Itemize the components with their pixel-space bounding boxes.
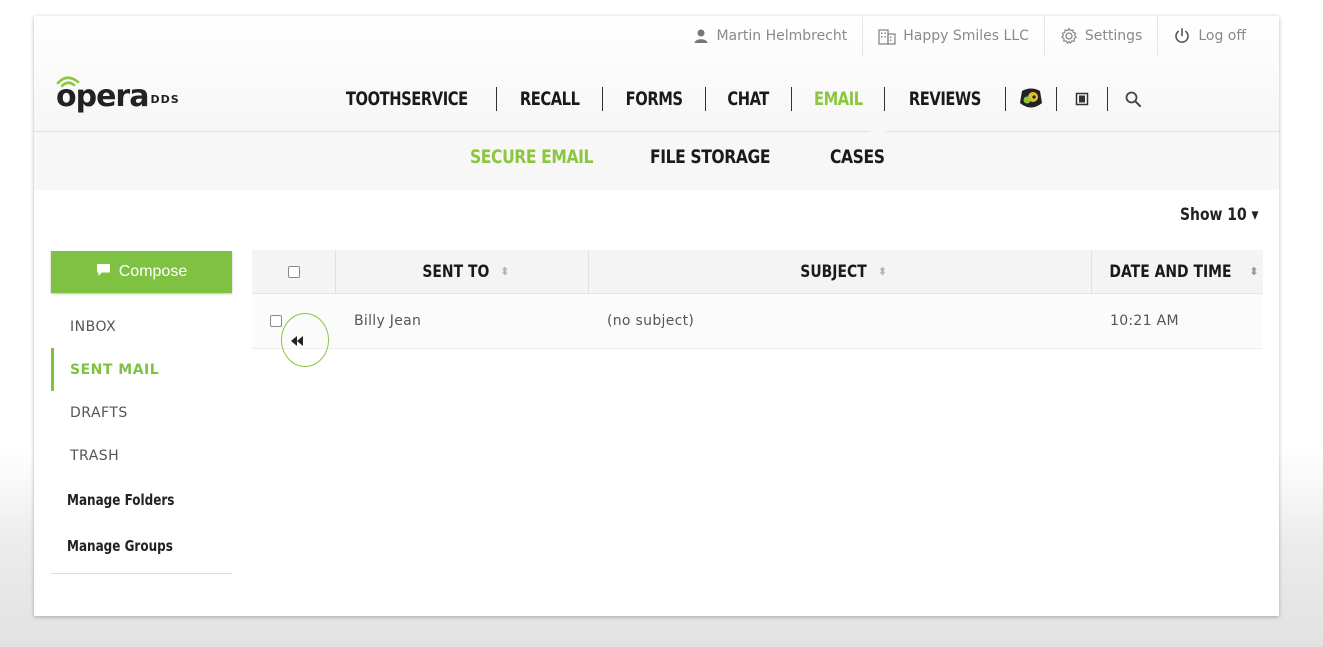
app-window: Martin Helmbrecht Happy Smiles LLC Setti…	[34, 16, 1279, 616]
cell-subject: (no subject)	[607, 313, 695, 329]
sidebar-divider	[51, 573, 232, 574]
table-row[interactable]: Billy Jean (no subject) 10:21 AM	[252, 294, 1263, 349]
company-name: Happy Smiles LLC	[903, 28, 1029, 44]
sort-icon: ⬍	[500, 265, 510, 278]
nav-recall[interactable]: RECALL	[514, 88, 584, 110]
nav-divider	[1004, 87, 1006, 111]
nav-divider	[884, 87, 886, 111]
top-bar: Martin Helmbrecht Happy Smiles LLC Setti…	[34, 16, 1279, 132]
col-sent-to[interactable]: SENT TO ⬍	[336, 250, 589, 293]
power-icon	[1173, 27, 1191, 45]
nav-divider	[705, 87, 707, 111]
nav-forms[interactable]: FORMS	[621, 88, 688, 110]
manage-groups-link[interactable]: Manage Groups	[51, 523, 232, 569]
nav-divider	[1055, 87, 1057, 111]
tab-file-storage[interactable]: FILE STORAGE	[650, 146, 771, 168]
phone-icon[interactable]	[1069, 86, 1095, 112]
sort-icon: ⬍	[1249, 265, 1259, 278]
nav-chat[interactable]: CHAT	[722, 88, 774, 110]
user-icon	[693, 28, 709, 44]
nav-divider	[790, 87, 792, 111]
building-icon	[878, 27, 896, 45]
tab-cases[interactable]: CASES	[830, 146, 937, 168]
email-subnav: SECURE EMAIL FILE STORAGE CASES	[34, 132, 1279, 190]
folder-trash[interactable]: TRASH	[51, 434, 232, 477]
user-name: Martin Helmbrecht	[716, 28, 848, 44]
col-subject-label: SUBJECT	[800, 261, 867, 282]
search-icon[interactable]	[1120, 86, 1146, 112]
logoff-label: Log off	[1198, 28, 1246, 44]
wifi-logo-icon	[56, 76, 80, 88]
sort-icon: ⬍	[877, 265, 888, 278]
main-nav: TOOTHSERVICE RECALL FORMS CHAT EMAIL REV…	[330, 82, 1146, 116]
opera-dds-logo[interactable]: opera DDS	[56, 74, 216, 114]
logo-subtext: DDS	[150, 93, 180, 106]
user-menu[interactable]: Martin Helmbrecht	[678, 16, 862, 56]
gear-icon	[1060, 27, 1078, 45]
table-header: SENT TO ⬍ SUBJECT ⬍ DATE AND TIME ⬍	[252, 250, 1263, 294]
page-size-dropdown[interactable]: Show 10 ▾	[1180, 205, 1259, 225]
col-date-time-label: DATE AND TIME	[1109, 261, 1232, 282]
nav-divider	[1106, 87, 1108, 111]
settings-link[interactable]: Settings	[1043, 16, 1157, 56]
col-sent-to-label: SENT TO	[421, 261, 489, 282]
email-table: SENT TO ⬍ SUBJECT ⬍ DATE AND TIME ⬍ Bill…	[252, 250, 1263, 367]
folder-sent-mail[interactable]: SENT MAIL	[51, 348, 232, 391]
cell-sent-to: Billy Jean	[354, 313, 422, 329]
manage-folders-link[interactable]: Manage Folders	[51, 477, 232, 523]
utility-bar: Martin Helmbrecht Happy Smiles LLC Setti…	[678, 16, 1261, 56]
select-all-checkbox[interactable]	[287, 265, 300, 278]
manage-groups-label: Manage Groups	[67, 537, 173, 555]
compose-label: Compose	[118, 263, 188, 280]
speech-bubble-icon	[96, 263, 111, 282]
company-selector[interactable]: Happy Smiles LLC	[862, 16, 1044, 56]
nav-reviews[interactable]: REVIEWS	[904, 88, 986, 110]
col-date-time[interactable]: DATE AND TIME ⬍	[1092, 250, 1263, 293]
col-subject[interactable]: SUBJECT ⬍	[589, 250, 1092, 293]
settings-label: Settings	[1084, 28, 1143, 44]
nav-toothservice[interactable]: TOOTHSERVICE	[341, 88, 473, 110]
cell-date-time: 10:21 AM	[1110, 313, 1179, 329]
row-checkbox[interactable]	[270, 315, 282, 327]
folder-drafts[interactable]: DRAFTS	[51, 391, 232, 434]
select-all-cell	[252, 250, 336, 293]
logoff-link[interactable]: Log off	[1157, 16, 1261, 56]
nav-divider	[602, 87, 604, 111]
folder-inbox[interactable]: INBOX	[51, 305, 232, 348]
nav-email[interactable]: EMAIL	[808, 88, 867, 110]
folder-list: INBOX SENT MAIL DRAFTS TRASH Manage Fold…	[51, 305, 232, 574]
manage-folders-label: Manage Folders	[67, 491, 175, 509]
mascot-icon[interactable]	[1018, 86, 1044, 112]
replied-indicator	[281, 313, 329, 367]
tab-secure-email[interactable]: SECURE EMAIL	[470, 146, 593, 168]
double-chevron-left-icon	[291, 331, 303, 350]
compose-button[interactable]: Compose	[51, 251, 232, 293]
active-nav-caret	[870, 124, 886, 132]
nav-divider	[495, 87, 497, 111]
